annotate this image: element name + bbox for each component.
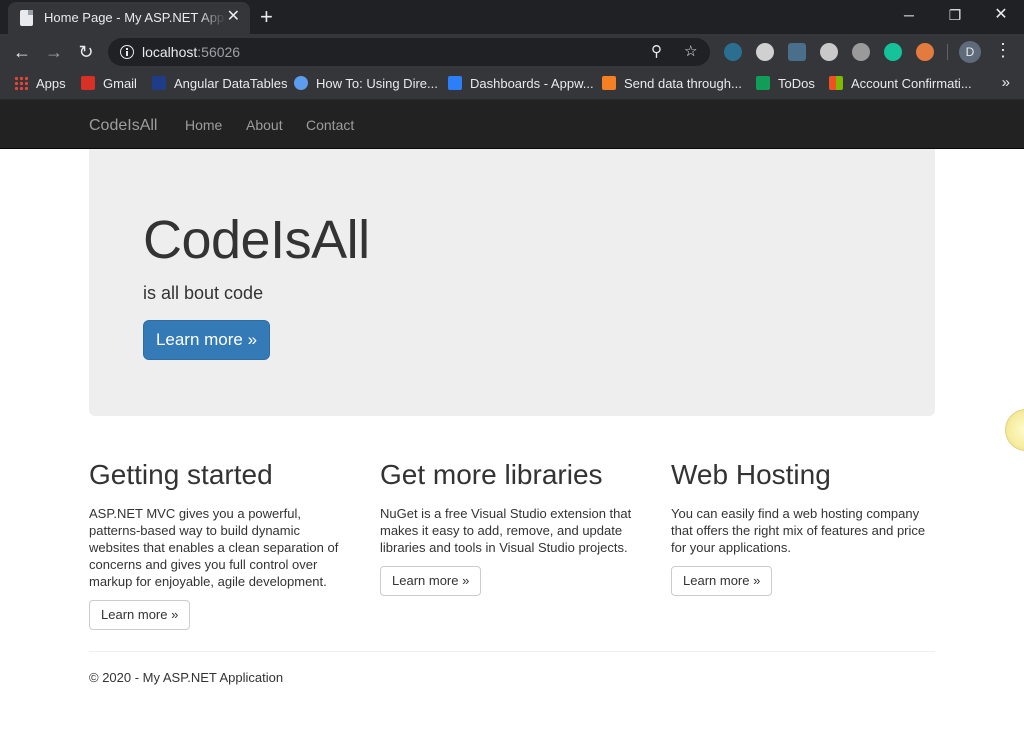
extension-face-icon[interactable]: [916, 43, 934, 61]
site-info-icon[interactable]: [120, 45, 134, 59]
bookmark-label: ToDos: [778, 76, 815, 91]
footer-text: © 2020 - My ASP.NET Application: [89, 670, 284, 685]
new-tab-button[interactable]: +: [260, 4, 273, 30]
grammarly-icon[interactable]: [884, 43, 902, 61]
nav-about-link[interactable]: About: [246, 117, 283, 133]
site-navbar: CodeIsAll Home About Contact: [0, 100, 1024, 149]
jumbotron: CodeIsAll is all bout code Learn more »: [89, 149, 935, 416]
cursor-highlight: [1005, 409, 1024, 451]
url-host: localhost: [142, 44, 198, 60]
footer-divider: [89, 651, 935, 652]
appwrite-icon: [448, 76, 462, 90]
getting-started-learn-more-button[interactable]: Learn more »: [89, 600, 191, 630]
address-bar[interactable]: localhost:56026 ⚲ ☆: [108, 38, 710, 66]
column-getting-started: Getting started ASP.NET MVC gives you a …: [89, 460, 354, 630]
minimize-icon[interactable]: ─: [886, 0, 932, 30]
bookmark-label: Send data through...: [624, 76, 742, 91]
bookmark-label: How To: Using Dire...: [316, 76, 438, 91]
page-favicon-icon: [20, 10, 33, 26]
bookmark-angular-datatables[interactable]: Angular DataTables: [152, 76, 287, 91]
more-bookmarks-icon[interactable]: »: [1002, 74, 1010, 91]
todos-icon: [756, 76, 770, 90]
bookmark-label: Account Confirmati...: [851, 76, 972, 91]
bookmark-dashboards[interactable]: Dashboards - Appw...: [448, 76, 594, 91]
site-brand-link[interactable]: CodeIsAll: [89, 117, 157, 135]
reload-icon[interactable]: ↻: [74, 40, 98, 64]
zoom-icon[interactable]: ⚲: [651, 42, 662, 60]
profile-avatar[interactable]: D: [959, 41, 981, 63]
forward-icon[interactable]: →: [42, 40, 66, 64]
extension-react-icon[interactable]: [724, 43, 742, 61]
browser-tab[interactable]: Home Page - My ASP.NET Application ✕: [8, 2, 250, 34]
bookmark-account-confirmation[interactable]: Account Confirmati...: [829, 76, 972, 91]
extension-cloud-icon[interactable]: [820, 43, 838, 61]
column-text: NuGet is a free Visual Studio extension …: [380, 506, 632, 555]
angular-datatables-icon: [152, 76, 166, 90]
bookmark-star-icon[interactable]: ☆: [684, 42, 697, 60]
bookmark-send-data[interactable]: Send data through...: [602, 76, 742, 91]
howto-icon: [294, 76, 308, 90]
bookmark-label: Apps: [36, 76, 66, 91]
close-tab-icon[interactable]: ✕: [227, 8, 240, 26]
close-window-icon[interactable]: ✕: [978, 0, 1024, 30]
bookmark-label: Gmail: [103, 76, 137, 91]
browser-toolbar: ← → ↻ localhost:56026 ⚲ ☆ D ⋮: [0, 34, 1024, 70]
url-text[interactable]: localhost:56026: [142, 44, 240, 60]
web-hosting-learn-more-button[interactable]: Learn more »: [671, 566, 773, 596]
gmail-icon: [81, 76, 95, 90]
stackoverflow-icon: [602, 76, 616, 90]
bookmarks-bar: Apps Gmail Angular DataTables How To: Us…: [0, 70, 1024, 100]
jumbotron-learn-more-button[interactable]: Learn more »: [143, 320, 270, 360]
browser-menu-icon[interactable]: ⋮: [994, 40, 1012, 61]
microsoft-icon: [829, 76, 843, 90]
column-heading: Web Hosting: [671, 459, 831, 490]
extension-circle-icon[interactable]: [756, 43, 774, 61]
toolbar-separator: [947, 44, 948, 60]
bookmark-label: Angular DataTables: [174, 76, 288, 91]
restore-icon[interactable]: ❐: [932, 0, 978, 30]
bookmark-howto[interactable]: How To: Using Dire...: [294, 76, 438, 91]
column-web-hosting: Web Hosting You can easily find a web ho…: [671, 460, 936, 596]
back-icon[interactable]: ←: [10, 40, 34, 64]
tab-title: Home Page - My ASP.NET Application: [44, 10, 226, 25]
extension-pen-icon[interactable]: [788, 43, 806, 61]
apps-grid-icon: [14, 76, 28, 90]
browser-titlebar: Home Page - My ASP.NET Application ✕ + ─…: [0, 0, 1024, 34]
column-get-more-libraries: Get more libraries NuGet is a free Visua…: [380, 460, 645, 596]
column-text: You can easily find a web hosting compan…: [671, 506, 926, 555]
nav-contact-link[interactable]: Contact: [306, 117, 354, 133]
libraries-learn-more-button[interactable]: Learn more »: [380, 566, 482, 596]
bookmark-apps[interactable]: Apps: [14, 76, 66, 91]
bookmark-label: Dashboards - Appw...: [470, 76, 594, 91]
column-text: ASP.NET MVC gives you a powerful, patter…: [89, 506, 339, 589]
extension-hand-icon[interactable]: [852, 43, 870, 61]
column-heading: Get more libraries: [380, 459, 603, 490]
bookmark-gmail[interactable]: Gmail: [81, 76, 137, 91]
jumbotron-title: CodeIsAll: [143, 210, 370, 270]
jumbotron-lead: is all bout code: [143, 283, 264, 303]
url-port: :56026: [197, 44, 241, 60]
bookmark-todos[interactable]: ToDos: [756, 76, 815, 91]
column-heading: Getting started: [89, 459, 273, 490]
nav-home-link[interactable]: Home: [185, 117, 222, 133]
